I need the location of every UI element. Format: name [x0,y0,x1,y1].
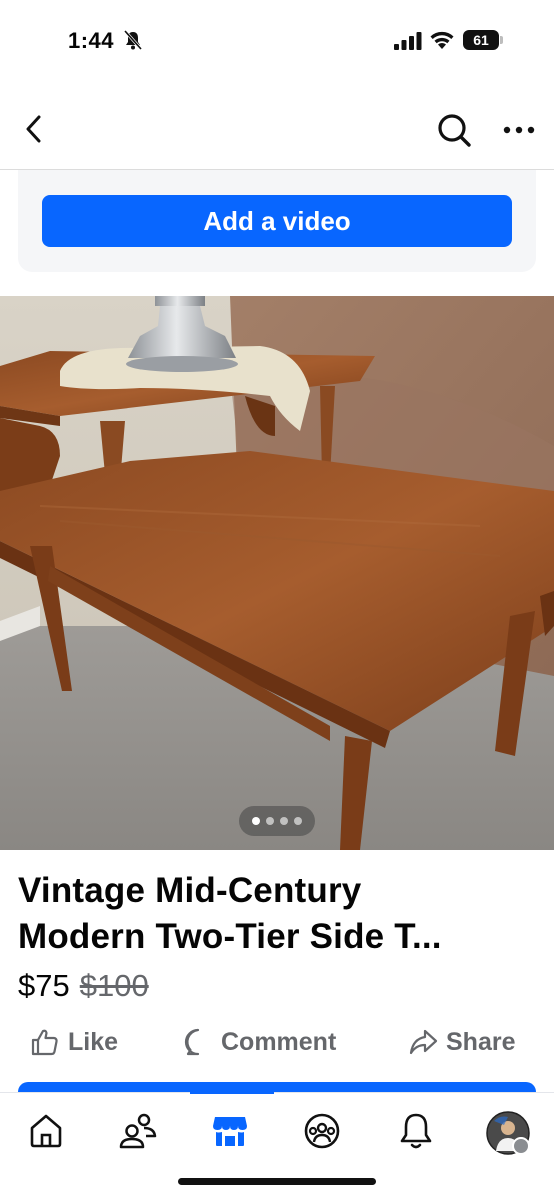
tab-groups[interactable] [302,1111,342,1151]
battery-level: 61 [463,30,499,50]
thumbs-up-icon [31,1029,58,1056]
original-price: $100 [79,968,149,1003]
carousel-dot[interactable] [280,817,288,825]
tab-friends[interactable] [118,1111,158,1151]
carousel-dot[interactable] [294,817,302,825]
top-nav-bar [0,84,554,170]
add-video-card: Add a video [18,170,536,272]
listing-title-line-2: Modern Two-Tier Side T... [18,917,442,956]
current-price: $75 [18,968,70,1003]
battery-tip [500,36,503,44]
tab-notifications[interactable] [396,1111,436,1151]
tab-home[interactable] [26,1111,66,1151]
friends-icon [119,1113,157,1149]
share-label: Share [446,1027,516,1056]
carousel-indicator[interactable] [239,806,315,836]
product-photo[interactable] [0,296,554,850]
action-row: Like Comment Share [0,1020,554,1064]
share-icon [409,1029,438,1055]
home-icon [30,1114,62,1148]
wifi-icon [430,31,454,49]
home-indicator [178,1178,376,1185]
tab-profile-menu[interactable] [486,1111,530,1155]
groups-icon [304,1113,340,1149]
carousel-dot[interactable] [252,817,260,825]
marketplace-icon [213,1117,247,1146]
more-horizontal-icon[interactable] [502,124,536,136]
add-video-button[interactable]: Add a video [42,195,512,247]
comment-button[interactable]: Comment [183,1020,336,1064]
listing-title: Vintage Mid-Century Modern Two-Tier Side… [18,868,538,960]
like-button[interactable]: Like [30,1020,118,1064]
comment-label: Comment [221,1027,337,1056]
carousel-dot[interactable] [266,817,274,825]
tab-marketplace[interactable] [210,1111,250,1151]
notifications-icon [400,1113,432,1149]
bell-off-icon [124,30,142,50]
chevron-left-icon[interactable] [22,114,46,144]
status-bar: 1:44 61 [0,0,554,84]
search-icon[interactable] [436,112,472,148]
price-row: $75 $100 [18,968,149,1004]
status-time: 1:44 [68,28,115,53]
like-label: Like [68,1027,119,1056]
listing-title-line-1: Vintage Mid-Century [18,871,362,910]
share-button[interactable]: Share [408,1020,515,1064]
active-tab-indicator [190,1091,274,1094]
comment-icon [184,1028,200,1056]
signal-icon [394,32,422,50]
side-table-photo [0,296,554,850]
battery-indicator: 61 [463,30,503,50]
menu-badge-icon [512,1137,530,1155]
